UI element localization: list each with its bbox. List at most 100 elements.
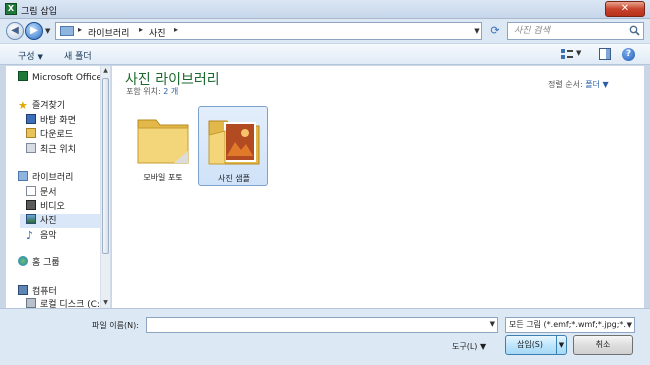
sidebar-scrollbar[interactable]: ▲ ▼	[100, 66, 110, 308]
dialog-footer: 파일 이름(N): ▼ 모든 그림 (*.emf;*.wmf;*.jpg;*. …	[0, 308, 650, 365]
sidebar-item-label: 최근 위치	[40, 145, 76, 155]
scroll-thumb[interactable]	[102, 78, 109, 254]
address-row: ◀ ▶ ▼ ▸ 라이브러리 ▸ 사진 ▸ ▼ ⟳ 사진 검색	[0, 19, 650, 43]
tools-button[interactable]: 도구(L) ▼	[452, 341, 486, 352]
sidebar-item-label: 홈 그룹	[32, 258, 60, 268]
sidebar-item-label: 음악	[40, 231, 57, 241]
excel-app-icon: X	[5, 3, 17, 15]
sidebar-item-label: 즐겨찾기	[32, 101, 66, 111]
download-icon	[26, 128, 36, 138]
includes-label: 포함 위치:	[126, 87, 161, 96]
filename-label: 파일 이름(N):	[92, 321, 139, 330]
file-type-value: 모든 그림 (*.emf;*.wmf;*.jpg;*.	[509, 320, 626, 329]
close-button[interactable]: ✕	[605, 1, 645, 17]
breadcrumb-libraries[interactable]: 라이브러리	[88, 26, 129, 39]
organize-label: 구성	[18, 52, 35, 62]
breadcrumb-separator-icon[interactable]: ▸	[139, 25, 143, 34]
homegroup-icon	[18, 256, 28, 266]
organize-button[interactable]: 구성 ▼	[18, 49, 43, 62]
command-bar: 구성 ▼ 새 폴더 ▼ ?	[0, 43, 650, 65]
sidebar-item-label: 비디오	[40, 202, 65, 212]
address-dropdown[interactable]: ▼	[472, 22, 482, 40]
sidebar-item-pictures[interactable]: 사진	[20, 214, 100, 228]
folder-with-pictures-icon	[208, 120, 260, 165]
insert-label: 삽입(S)	[516, 340, 544, 349]
library-icon	[60, 26, 74, 36]
chevron-down-icon: ▼	[479, 342, 487, 351]
chevron-down-icon: ▼	[602, 80, 609, 89]
insert-options-dropdown[interactable]: ▼	[556, 336, 566, 354]
folder-item[interactable]: 모바일 포토	[128, 106, 198, 186]
file-type-select[interactable]: 모든 그림 (*.emf;*.wmf;*.jpg;*. ▼	[505, 317, 635, 333]
sidebar-item-videos[interactable]: 비디오	[26, 200, 65, 214]
breadcrumb-pictures[interactable]: 사진	[149, 26, 166, 39]
library-icon	[18, 171, 28, 181]
sidebar-item-music[interactable]: ♪ 음악	[26, 229, 57, 243]
window-title: 그림 삽입	[21, 7, 57, 17]
search-placeholder: 사진 검색	[514, 26, 550, 36]
title-bar: X 그림 삽입 ✕	[0, 0, 650, 19]
recent-pages-dropdown[interactable]: ▼	[45, 27, 50, 35]
sidebar-item-favorites[interactable]: ★ 즐겨찾기	[18, 99, 65, 113]
folder-item-selected[interactable]: 사진 샘플	[198, 106, 268, 186]
library-subtitle: 포함 위치: 2 개	[126, 86, 178, 97]
sidebar-item-desktop[interactable]: 바탕 화면	[26, 114, 76, 128]
tools-label: 도구(L)	[452, 342, 478, 351]
sidebar-item-recent[interactable]: 최근 위치	[26, 143, 76, 157]
music-icon: ♪	[26, 229, 34, 242]
filename-dropdown[interactable]: ▼	[490, 320, 495, 328]
pictures-icon	[26, 214, 36, 224]
arrange-by-dropdown[interactable]: 폴더 ▼	[585, 80, 608, 89]
sidebar-item-libraries[interactable]: 라이브러리	[18, 171, 73, 185]
search-input[interactable]: 사진 검색	[507, 22, 644, 40]
sidebar-item-downloads[interactable]: 다운로드	[26, 128, 73, 142]
computer-icon	[18, 285, 28, 295]
address-bar[interactable]: ▸ 라이브러리 ▸ 사진 ▸	[55, 22, 482, 40]
sidebar-item-label: 문서	[40, 188, 57, 198]
recent-places-icon	[26, 143, 36, 153]
view-options-icon[interactable]	[561, 48, 573, 60]
chevron-down-icon: ▼	[626, 318, 632, 332]
folder-icon	[137, 119, 189, 164]
star-icon: ★	[18, 99, 28, 112]
sidebar-item-computer[interactable]: 컴퓨터	[18, 285, 57, 299]
sidebar-item-local-disk[interactable]: 로컬 디스크 (C:)	[26, 298, 103, 308]
cancel-button[interactable]: 취소	[573, 335, 633, 355]
navigation-pane: Microsoft Office Ex ★ 즐겨찾기 바탕 화면 다운로드 최근 …	[6, 66, 111, 308]
sidebar-item-documents[interactable]: 문서	[26, 186, 57, 200]
insert-button[interactable]: 삽입(S) ▼	[505, 335, 567, 355]
arrange-by: 정렬 순서: 폴더 ▼	[548, 79, 609, 90]
sidebar-item-label: 사진	[40, 216, 57, 226]
file-list: 사진 라이브러리 포함 위치: 2 개 정렬 순서: 폴더 ▼ 모바일 포토 사…	[112, 66, 644, 308]
search-icon[interactable]	[629, 25, 640, 36]
drive-icon	[26, 298, 36, 308]
sidebar-item-homegroup[interactable]: 홈 그룹	[18, 256, 60, 270]
sidebar-item-label: 로컬 디스크 (C:)	[40, 300, 104, 308]
filename-input[interactable]: ▼	[146, 317, 498, 333]
help-icon[interactable]: ?	[622, 48, 635, 61]
scroll-down-icon[interactable]: ▼	[101, 298, 110, 308]
arrange-by-value: 폴더	[585, 80, 600, 89]
sidebar-item-excel[interactable]: Microsoft Office Ex	[18, 71, 110, 85]
excel-icon	[18, 71, 28, 81]
view-options-dropdown[interactable]: ▼	[576, 49, 581, 57]
chevron-down-icon: ▼	[37, 53, 43, 61]
sidebar-item-label: 다운로드	[40, 130, 74, 140]
breadcrumb-separator-icon[interactable]: ▸	[78, 25, 82, 34]
desktop-icon	[26, 114, 36, 124]
folder-label: 사진 샘플	[218, 174, 250, 183]
sidebar-item-label: 컴퓨터	[32, 287, 57, 297]
folder-label: 모바일 포토	[143, 173, 183, 182]
sidebar-item-label: 바탕 화면	[40, 116, 76, 126]
refresh-icon[interactable]: ⟳	[487, 22, 503, 40]
back-button[interactable]: ◀	[6, 22, 24, 40]
new-folder-button[interactable]: 새 폴더	[64, 49, 92, 62]
forward-button[interactable]: ▶	[25, 22, 43, 40]
locations-link[interactable]: 2 개	[163, 87, 178, 96]
scroll-up-icon[interactable]: ▲	[101, 66, 110, 76]
sidebar-item-label: 라이브러리	[32, 173, 74, 183]
preview-pane-icon[interactable]	[599, 48, 611, 60]
documents-icon	[26, 186, 36, 196]
arrange-by-label: 정렬 순서:	[548, 80, 583, 89]
breadcrumb-separator-icon[interactable]: ▸	[174, 25, 178, 34]
